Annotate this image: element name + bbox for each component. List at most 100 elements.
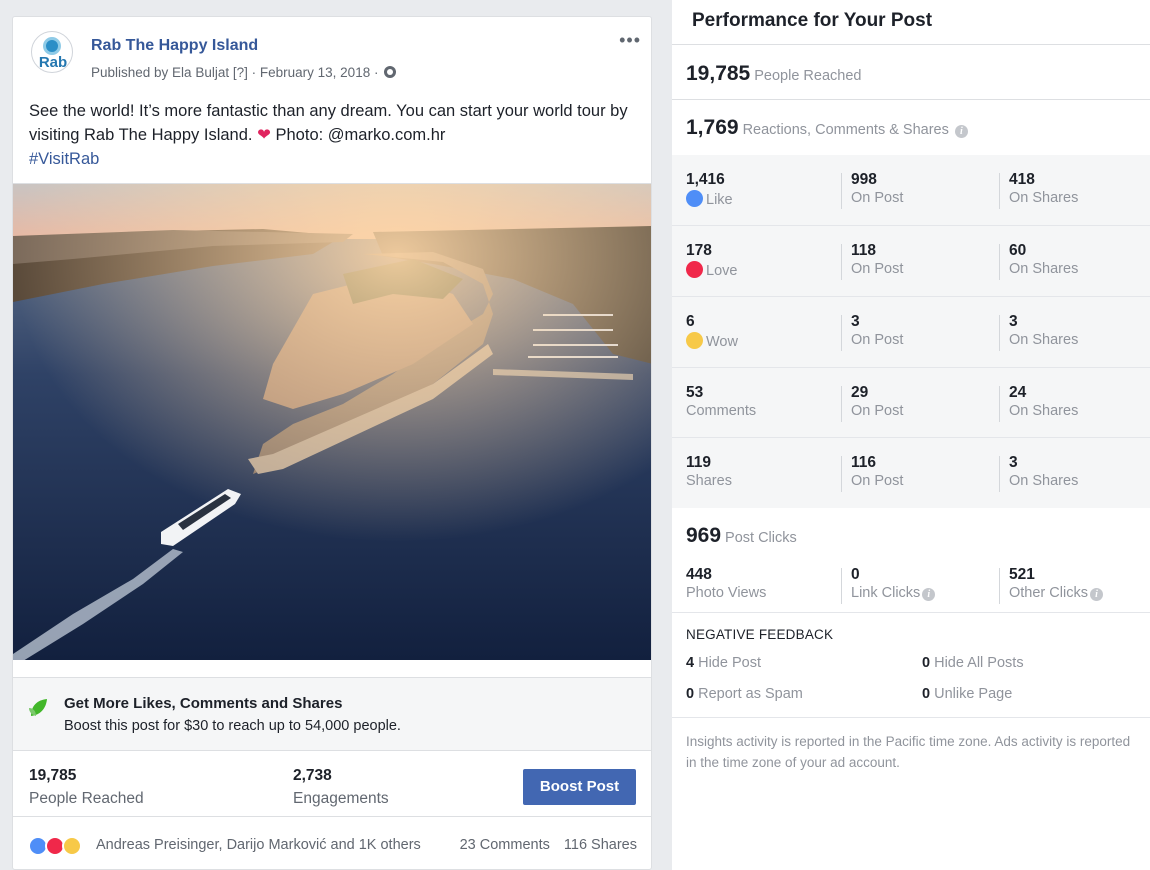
- engagements-label: Engagements: [293, 790, 389, 807]
- divider: [672, 612, 1150, 613]
- column-separator: [841, 386, 842, 422]
- more-options-icon[interactable]: •••: [619, 31, 641, 49]
- column-separator: [999, 244, 1000, 280]
- column-separator: [841, 568, 842, 604]
- insights-footnote: Insights activity is reported in the Pac…: [686, 734, 1131, 770]
- row-divider: [672, 367, 1150, 368]
- post-clicks-summary: 969 Post Clicks: [686, 524, 797, 548]
- people-reached-caption: People Reached: [754, 68, 862, 84]
- column-separator: [999, 456, 1000, 492]
- link-clicks-label: Link Clicks: [851, 585, 921, 601]
- column-separator: [999, 568, 1000, 604]
- on-post-label: On Post: [851, 261, 904, 277]
- engagement-caption: Reactions, Comments & Shares: [742, 122, 949, 138]
- people-reached-summary: 19,785 People Reached: [686, 62, 861, 86]
- link-clicks-cell: 0 Link Clicks i: [851, 566, 936, 601]
- on-post-label: On Post: [851, 332, 904, 348]
- comments-label: Comments: [686, 403, 757, 419]
- row-divider: [672, 296, 1150, 297]
- link-clicks-value: 0: [851, 566, 860, 583]
- report-spam-value: 0: [686, 686, 695, 702]
- other-clicks-cell: 521 Other Clicks i: [1009, 566, 1103, 601]
- photo-credit: Photo: @marko.com.hr: [275, 126, 446, 144]
- unlike-page-label: Unlike Page: [934, 686, 1013, 702]
- wow-label: Wow: [706, 334, 738, 350]
- wow-label-row: Wow: [686, 332, 738, 350]
- on-shares-label: On Shares: [1009, 261, 1079, 277]
- engagements-value: 2,738: [293, 767, 332, 784]
- report-spam-label: Report as Spam: [698, 686, 803, 702]
- info-icon[interactable]: i: [954, 125, 968, 138]
- photo-views-value: 448: [686, 566, 712, 583]
- globe-icon: [384, 66, 397, 78]
- love-label-row: Love: [686, 261, 737, 279]
- page-name-link[interactable]: Rab The Happy Island: [91, 37, 258, 55]
- wow-total: 6: [686, 313, 695, 330]
- post-meta: Published by Ela Buljat [?] · February 1…: [91, 65, 397, 80]
- wow-on-shares-cell: 3 On Shares: [1009, 313, 1078, 348]
- comments-count-link[interactable]: 23 Comments: [460, 837, 550, 853]
- wow-on-shares: 3: [1009, 313, 1018, 330]
- people-reached-label: People Reached: [29, 790, 144, 807]
- page-avatar[interactable]: Rab: [31, 31, 73, 73]
- on-shares-label: On Shares: [1009, 403, 1079, 419]
- insights-panel: Performance for Your Post 19,785 People R…: [672, 0, 1150, 870]
- hide-post-stat: 4 Hide Post: [686, 655, 761, 671]
- on-post-label: On Post: [851, 190, 904, 206]
- column-separator: [999, 173, 1000, 209]
- shares-on-shares-cell: 3 On Shares: [1009, 454, 1078, 489]
- like-on-post-cell: 998 On Post: [851, 171, 903, 206]
- leaf-icon: [29, 699, 47, 716]
- column-separator: [999, 315, 1000, 351]
- love-total: 178: [686, 242, 712, 259]
- reactors-names[interactable]: Andreas Preisinger, Darijo Marković and …: [96, 837, 421, 853]
- post-stats-row: 19,785 People Reached 2,738 Engagements …: [13, 752, 651, 817]
- hide-all-posts-label: Hide All Posts: [934, 655, 1024, 671]
- boost-promo[interactable]: Get More Likes, Comments and Shares Boos…: [13, 677, 651, 751]
- on-shares-label: On Shares: [1009, 332, 1079, 348]
- other-clicks-value: 521: [1009, 566, 1035, 583]
- people-reached-value: 19,785: [29, 767, 77, 784]
- comments-on-post: 29: [851, 384, 869, 401]
- unlike-page-stat: 0 Unlike Page: [922, 686, 1012, 702]
- like-total-cell: 1,416 Like: [686, 171, 733, 208]
- column-separator: [999, 386, 1000, 422]
- engagement-total: 1,769: [686, 116, 739, 139]
- post-photo[interactable]: [13, 183, 651, 660]
- shares-on-post: 116: [851, 454, 877, 471]
- info-icon[interactable]: i: [922, 588, 936, 601]
- hashtag-link[interactable]: #VisitRab: [29, 150, 99, 168]
- like-icon: [686, 190, 703, 207]
- people-reached-total: 19,785: [686, 62, 751, 85]
- love-label: Love: [706, 263, 738, 279]
- insights-title: Performance for Your Post: [692, 10, 933, 31]
- like-label: Like: [706, 192, 733, 208]
- row-divider: [672, 225, 1150, 226]
- engagement-summary: 1,769 Reactions, Comments & Shares i: [686, 116, 968, 140]
- info-icon[interactable]: i: [1089, 588, 1103, 601]
- published-by: Published by Ela Buljat: [91, 65, 230, 80]
- post-date[interactable]: · February 13, 2018 ·: [252, 65, 379, 80]
- on-shares-label: On Shares: [1009, 473, 1079, 489]
- shares-count-link[interactable]: 116 Shares: [564, 837, 637, 853]
- post-header: Rab Rab The Happy Island Published by El…: [13, 17, 651, 95]
- row-divider: [672, 437, 1150, 438]
- help-marker[interactable]: [?]: [233, 65, 248, 80]
- post-clicks-caption: Post Clicks: [725, 530, 797, 546]
- column-separator: [841, 173, 842, 209]
- hide-post-value: 4: [686, 655, 695, 671]
- other-clicks-label: Other Clicks: [1009, 585, 1088, 601]
- photo-views-label: Photo Views: [686, 585, 767, 601]
- shares-on-shares: 3: [1009, 454, 1018, 471]
- comments-on-shares-cell: 24 On Shares: [1009, 384, 1078, 419]
- divider: [672, 99, 1150, 100]
- shares-total: 119: [686, 454, 712, 471]
- hide-all-posts-value: 0: [922, 655, 931, 671]
- promo-subtitle: Boost this post for $30 to reach up to 5…: [64, 718, 401, 734]
- comment-share-counts: 23 Comments 116 Shares: [460, 837, 637, 853]
- boost-post-button[interactable]: Boost Post: [523, 769, 636, 805]
- wow-icon[interactable]: [62, 836, 82, 856]
- avatar-text: Rab: [38, 54, 68, 71]
- wow-on-post: 3: [851, 313, 860, 330]
- avatar-logo-icon: [43, 37, 61, 55]
